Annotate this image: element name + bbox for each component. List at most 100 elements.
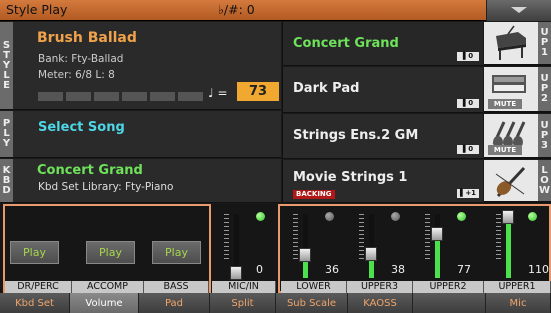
style-bank: Bank: Fty-Ballad	[38, 53, 124, 65]
scale-tick	[496, 254, 501, 255]
scale-tick	[496, 250, 501, 251]
violin-icon[interactable]	[484, 160, 538, 203]
sound-slot-upper2[interactable]: Dark Pad ▌0	[282, 67, 483, 113]
fader-level-fill	[435, 239, 440, 278]
fader-handle[interactable]	[431, 227, 443, 241]
fader-value: 110	[528, 263, 549, 276]
channel-led[interactable]	[325, 212, 334, 221]
channel-led[interactable]	[528, 212, 537, 221]
scale-tick	[224, 230, 229, 231]
fader-handle[interactable]	[365, 247, 377, 261]
scale-tick	[425, 242, 430, 243]
fader-handle[interactable]	[230, 266, 242, 280]
scale-tick	[224, 242, 229, 243]
octave-indicator: ▌0	[457, 145, 479, 154]
kbd-set-library: Kbd Set Library: Fty-Piano	[38, 181, 174, 193]
style-panel[interactable]: Brush Ballad Bank: Fty-Ballad Meter: 6/8…	[13, 22, 281, 110]
scale-tick	[224, 254, 229, 255]
scale-tick	[293, 234, 298, 235]
piano-icon[interactable]	[484, 22, 538, 66]
fader-handle[interactable]	[299, 248, 311, 262]
sound-name: Strings Ens.2 GM	[293, 128, 419, 143]
kbd-set-panel[interactable]: Concert Grand Kbd Set Library: Fty-Piano	[13, 159, 281, 203]
song-select[interactable]: Select Song	[38, 120, 125, 135]
tab-pad[interactable]: Pad	[139, 293, 210, 313]
style-name[interactable]: Brush Ballad	[37, 30, 137, 46]
tab-kaoss[interactable]: KAOSS	[348, 293, 413, 313]
slot-label-low: LOW	[538, 160, 551, 203]
tab-bar: Kbd Set Volume Pad Split Sub Scale KAOSS…	[0, 293, 551, 313]
channel-label: UPPER1	[484, 281, 551, 293]
scale-tick	[224, 234, 229, 235]
bass-play-button[interactable]: Play	[152, 241, 201, 264]
scale-tick	[224, 246, 229, 247]
fader-level-fill	[303, 260, 308, 278]
drperc-play-button[interactable]: Play	[10, 241, 59, 264]
octave-indicator: ▌+1	[457, 189, 479, 198]
accomp-play-button[interactable]: Play	[86, 241, 135, 264]
fader-handle[interactable]	[502, 210, 514, 224]
scale-tick	[425, 238, 430, 239]
beat-segment	[150, 92, 175, 101]
page-menu-button[interactable]	[486, 0, 551, 21]
beat-segment	[94, 92, 119, 101]
scale-tick	[425, 230, 430, 231]
scale-tick	[425, 250, 430, 251]
scale-tick	[359, 218, 364, 219]
scale-tick	[359, 230, 364, 231]
beat-segment	[178, 92, 203, 101]
scale-tick	[496, 246, 501, 247]
tempo-value[interactable]: 73	[237, 82, 279, 101]
scale-tick	[496, 230, 501, 231]
channel-label-bass: BASS	[144, 281, 209, 293]
channel-led[interactable]	[457, 212, 466, 221]
fader-scale	[496, 214, 501, 262]
channel-label: MIC/IN	[212, 281, 276, 293]
tab-volume[interactable]: Volume	[70, 293, 139, 313]
channel-led[interactable]	[391, 212, 400, 221]
scale-tick	[359, 226, 364, 227]
tab-kbd-set[interactable]: Kbd Set	[0, 293, 70, 313]
tab-split[interactable]: Split	[210, 293, 276, 313]
channel-label: UPPER2	[413, 281, 484, 293]
scale-tick	[496, 234, 501, 235]
chevron-down-icon	[511, 7, 527, 13]
octave-indicator: ▌0	[457, 99, 479, 108]
violins-icon[interactable]: MUTE	[484, 114, 538, 159]
channel-label: LOWER	[281, 281, 347, 293]
tab-mic[interactable]: Mic	[486, 293, 551, 313]
sound-slot-lower[interactable]: Movie Strings 1 BACKING ▌+1	[282, 160, 483, 203]
sound-slot-upper1[interactable]: Concert Grand ▌0	[282, 22, 483, 66]
sound-name: Concert Grand	[293, 36, 399, 51]
channel-label-accomp: ACCOMP	[72, 281, 144, 293]
scale-tick	[359, 214, 364, 215]
scale-tick	[293, 230, 298, 231]
kbd-set-name[interactable]: Concert Grand	[37, 163, 143, 178]
beat-segment	[38, 92, 63, 101]
scale-tick	[293, 242, 298, 243]
scale-tick	[293, 226, 298, 227]
sound-slot-upper3[interactable]: Strings Ens.2 GM ▌0	[282, 114, 483, 159]
page-title: Style Play	[6, 2, 68, 17]
scale-tick	[224, 258, 229, 259]
scale-tick	[425, 214, 430, 215]
synth-keyboard-icon[interactable]: MUTE	[484, 67, 538, 113]
slot-label-up2: UP2	[538, 67, 551, 113]
scale-tick	[359, 250, 364, 251]
beat-segment	[66, 92, 91, 101]
scale-tick	[359, 242, 364, 243]
scale-tick	[293, 254, 298, 255]
scale-tick	[224, 238, 229, 239]
scale-tick	[224, 214, 229, 215]
fader-scale	[359, 214, 364, 262]
scale-tick	[359, 222, 364, 223]
tempo-note-icon: ♩ =	[208, 86, 228, 100]
song-panel[interactable]: Select Song	[13, 111, 281, 158]
tab-sub-scale[interactable]: Sub Scale	[276, 293, 348, 313]
fader-level-fill	[369, 259, 374, 278]
scale-tick	[359, 234, 364, 235]
fader-value: 77	[457, 263, 471, 276]
tab-empty[interactable]	[413, 293, 486, 313]
scale-tick	[293, 238, 298, 239]
channel-led[interactable]	[256, 212, 265, 221]
